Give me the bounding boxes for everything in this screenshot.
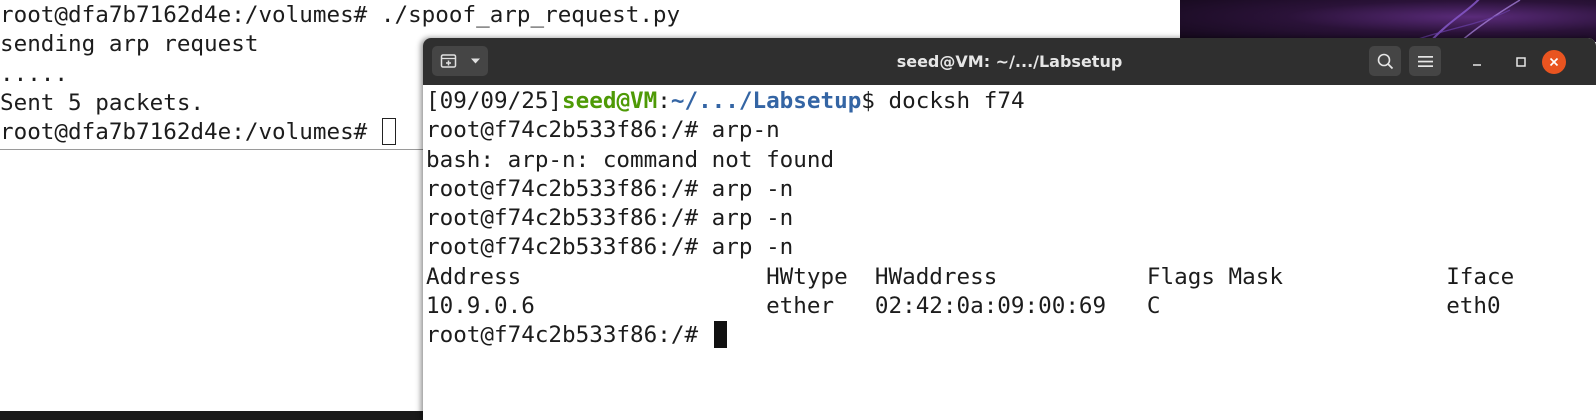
terminal-window[interactable]: seed@VM: ~/.../Labsetup [09/09/25]seed@V… [423, 38, 1596, 420]
minimize-icon[interactable] [1472, 57, 1482, 67]
output-line: root@f74c2b533f86:/# arp-n [426, 117, 780, 144]
bg-line: root@dfa7b7162d4e:/volumes# ./spoof_arp_… [0, 2, 681, 28]
new-tab-split-button[interactable] [432, 46, 488, 76]
arp-table-row: 10.9.0.6 ether 02:42:0a:09:00:69 C eth0 [426, 293, 1501, 320]
bg-line: Sent 5 packets. [0, 89, 205, 116]
maximize-icon[interactable] [1516, 57, 1526, 67]
new-tab-icon[interactable] [440, 53, 458, 69]
current-prompt: root@f74c2b533f86:/# [426, 322, 712, 349]
text-cursor [713, 321, 727, 349]
bg-prompt: root@dfa7b7162d4e:/volumes# [0, 119, 381, 146]
bg-line: sending arp request [0, 31, 259, 58]
output-line: root@f74c2b533f86:/# arp -n [426, 175, 794, 202]
title-bar[interactable]: seed@VM: ~/.../Labsetup [423, 38, 1596, 85]
minimize-button[interactable] [1465, 50, 1489, 74]
prompt-date: [09/09/25] [426, 88, 563, 114]
arp-table-header: Address HWtype HWaddress Flags Mask Ifac… [426, 263, 1515, 290]
desktop-bottom-strip [0, 411, 424, 420]
close-button[interactable] [1542, 50, 1566, 74]
prompt-user-host: seed@VM [562, 88, 658, 114]
terminal-body[interactable]: [09/09/25]seed@VM:~/.../Labsetup$ docksh… [423, 85, 1596, 420]
close-icon[interactable] [1549, 57, 1559, 67]
output-line: bash: arp-n: command not found [426, 146, 835, 173]
desktop-wallpaper [1180, 0, 1596, 42]
hamburger-menu-icon[interactable] [1417, 55, 1433, 68]
maximize-button[interactable] [1509, 50, 1533, 74]
search-icon[interactable] [1377, 53, 1394, 70]
search-button[interactable] [1369, 46, 1401, 76]
prompt-path: ~/.../Labsetup [670, 88, 862, 114]
chevron-down-icon[interactable] [470, 57, 481, 65]
terminal-output: [09/09/25]seed@VM:~/.../Labsetup$ docksh… [426, 87, 1514, 351]
prompt-command: docksh f74 [888, 88, 1025, 114]
bg-line: ..... [0, 60, 69, 87]
text-cursor-inactive [381, 118, 396, 146]
menu-button[interactable] [1409, 46, 1441, 76]
prompt-dollar: $ [861, 88, 889, 114]
output-line: root@f74c2b533f86:/# arp -n [426, 234, 794, 261]
prompt-colon: : [657, 88, 671, 114]
output-line: root@f74c2b533f86:/# arp -n [426, 205, 794, 232]
